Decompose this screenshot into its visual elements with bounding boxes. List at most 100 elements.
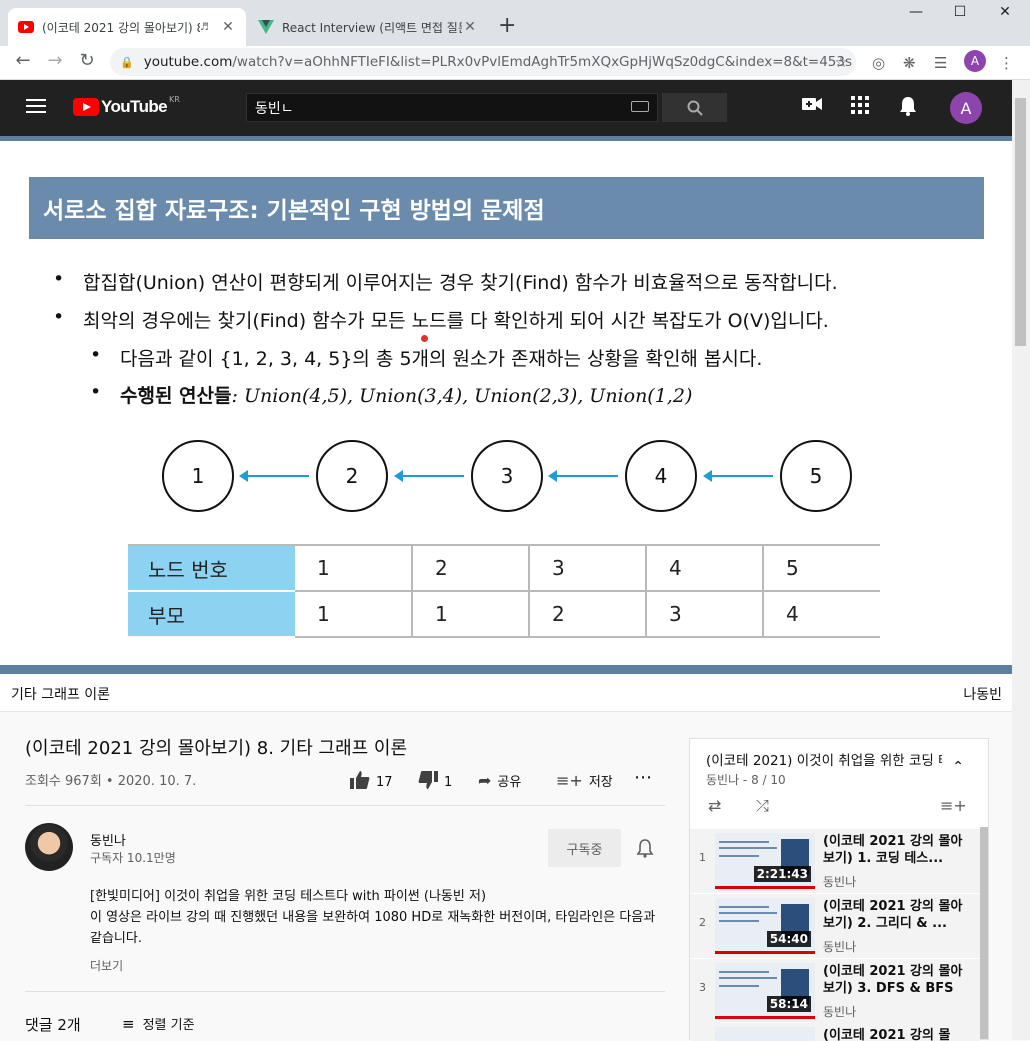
row-header: 부모 [128,591,295,638]
forward-icon[interactable]: → [42,50,68,71]
media-queue-icon[interactable]: ☰ [934,54,947,72]
account-avatar[interactable]: A [950,92,982,124]
show-more-link[interactable]: 더보기 [90,957,123,974]
playlist-item-channel: 동빈나 [823,940,857,954]
scrollbar-thumb[interactable] [1015,98,1026,346]
search-button[interactable] [662,93,727,122]
playlist-title[interactable]: (이코테 2021) 이것이 취업을 위한 코딩 테스트다 [706,749,942,769]
like-count: 17 [376,774,393,790]
extensions-puzzle-icon[interactable]: ❋ [903,54,916,72]
new-tab-icon[interactable]: + [498,13,516,38]
graph-node: 5 [780,440,852,512]
divider [25,805,665,806]
back-icon[interactable]: ← [10,50,36,71]
sort-button[interactable]: ≡ 정렬 기준 [122,1014,195,1033]
tab-close-icon[interactable]: ✕ [220,19,236,35]
create-video-icon[interactable] [800,96,824,117]
audio-playing-icon: ♬ [200,21,209,33]
search-value: 동빈ㄴ [255,100,294,117]
video-title: (이코테 2021 강의 몰아보기) 8. 기타 그래프 이론 [25,738,408,759]
region-label: KR [169,95,180,104]
browser-tab-strip: (이코테 2021 강의 몰아보기) 8. 기타 그래프 이론 ♬ ✕ Reac… [0,0,1030,46]
playlist-save-icon[interactable]: ≡+ [940,796,967,815]
chapter-bar[interactable]: 기타 그래프 이론 나동빈 [0,674,1012,712]
graph-node: 2 [316,440,388,512]
dislike-button[interactable]: 1 [418,771,452,793]
playlist-subtitle: 동빈나 - 8 / 10 [706,773,786,787]
video-player[interactable]: 서로소 집합 자료구조: 기본적인 구현 방법의 문제점 • 합집합(Union)… [0,136,1012,677]
playlist-add-icon: ≡+ [556,771,583,790]
tab-title: React Interview (리액트 면접 질문 [282,20,462,35]
video-thumbnail[interactable]: 54:40 [715,898,815,954]
channel-avatar[interactable] [25,823,73,871]
maximize-icon[interactable]: ☐ [937,4,983,20]
search-icon [687,100,703,116]
video-duration: 54:40 [766,931,811,947]
parent-table: 노드 번호 1 2 3 4 5 부모 1 1 2 3 4 [128,544,880,638]
video-thumbnail[interactable]: 58:14 [715,963,815,1019]
tab-react-interview[interactable]: React Interview (리액트 면접 질문 ✕ [248,8,488,46]
row-header: 노드 번호 [128,544,295,592]
menu-hamburger-icon[interactable] [26,99,46,113]
video-thumbnail[interactable] [715,1027,815,1041]
table-cell: 2 [529,591,647,638]
divider [25,991,665,992]
video-meta: 조회수 967회 • 2020. 10. 7. [25,774,197,789]
parent-arrow [239,470,309,482]
table-cell: 3 [646,591,764,638]
video-duration: 2:21:43 [753,866,811,882]
more-actions-icon[interactable]: ⋯ [634,767,652,788]
keyboard-icon[interactable] [631,101,649,112]
vue-favicon-icon [258,19,274,35]
share-button[interactable]: ➦ 공유 [478,771,521,790]
notification-bell-icon[interactable] [636,838,654,863]
tab-close-icon[interactable]: ✕ [462,19,478,35]
save-button[interactable]: ≡+ 저장 [556,771,613,790]
notifications-bell-icon[interactable] [896,96,920,121]
bookmark-star-icon[interactable]: ☆ [835,53,848,71]
browser-profile-avatar[interactable]: A [964,50,986,72]
video-thumbnail[interactable]: 2:21:43 [715,833,815,889]
playlist-index: 3 [699,981,706,994]
share-arrow-icon: ➦ [478,771,492,790]
like-button[interactable]: 17 [350,771,393,793]
parent-arrow [703,470,773,482]
table-cell: 4 [646,544,764,592]
playlist-item[interactable]: 3 58:14 (이코테 2021 강의 몰아보기) 3. DFS & BFS … [690,959,980,1023]
tab-youtube[interactable]: (이코테 2021 강의 몰아보기) 8. 기타 그래프 이론 ♬ ✕ [8,8,246,46]
youtube-favicon-icon [18,19,34,35]
youtube-logo[interactable]: YouTube KR [73,95,180,117]
collapse-chevron-icon[interactable]: ⌃ [952,759,964,775]
subscriber-count: 구독자 10.1만명 [90,851,176,865]
minimize-icon[interactable]: — [893,4,939,20]
chapter-channel: 나동빈 [963,687,1002,703]
shuffle-icon[interactable]: ⤮ [756,796,769,816]
address-bar[interactable]: 🔒 youtube.com /watch?v=aOhhNFTIeFI&list=… [110,48,856,76]
video-duration: 58:14 [766,996,811,1012]
loop-icon[interactable]: ⇄ [708,796,721,815]
url-host: youtube.com [143,54,233,70]
playlist-index: 2 [699,916,706,929]
table-cell: 1 [295,591,413,638]
playlist-item[interactable]: (이코테 2021 강의 몰 [690,1023,980,1041]
extension-circle-icon[interactable]: ◎ [872,54,885,72]
table-cell: 5 [763,544,880,592]
playlist-item[interactable]: 1 2:21:43 (이코테 2021 강의 몰아보기) 1. 코딩 테스...… [690,829,980,893]
browser-menu-icon[interactable]: ⋮ [999,54,1014,72]
subscribed-button[interactable]: 구독중 [548,829,621,867]
apps-grid-icon[interactable] [848,96,872,119]
url-path: /watch?v=aOhhNFTIeFI&list=PLRx0vPvlEmdAg… [232,54,853,70]
video-description: [한빛미디어] 이것이 취업을 위한 코딩 테스트다 with 파이썬 (나동빈… [90,886,665,949]
thumbs-down-icon [418,771,438,793]
window-close-icon[interactable]: ✕ [982,4,1028,20]
reload-icon[interactable]: ↻ [74,50,100,71]
thumbs-up-icon [350,771,370,793]
page-scrollbar[interactable] [1012,80,1030,1040]
save-label: 저장 [588,775,613,790]
table-row: 부모 1 1 2 3 4 [128,591,880,638]
channel-name[interactable]: 동빈나 [90,830,126,849]
playlist-scrollbar[interactable] [980,827,988,1039]
playlist-item[interactable]: 2 54:40 (이코테 2021 강의 몰아보기) 2. 그리디 & ... … [690,894,980,958]
playlist-item-title: (이코테 2021 강의 몰아보기) 2. 그리디 & ... [823,899,963,931]
search-input[interactable]: 동빈ㄴ [246,93,658,122]
